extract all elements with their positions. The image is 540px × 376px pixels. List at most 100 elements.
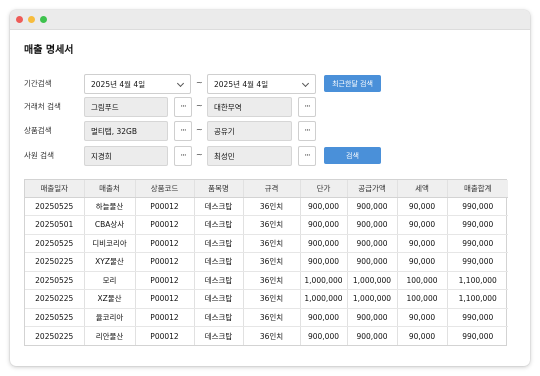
table-cell: P00012 bbox=[135, 215, 195, 235]
employee-from-value: 지경희 bbox=[91, 151, 112, 161]
table-cell: 20250225 bbox=[25, 326, 85, 345]
employee-to-field[interactable]: 최성민 bbox=[207, 146, 292, 166]
table-row[interactable]: 20250525 하늘물산 P00012 데스크탑 36인치 900,000 900,000… bbox=[25, 197, 508, 216]
page-title: 매출 명세서 bbox=[24, 45, 74, 56]
period-start-value: 2025년 4월 4일 bbox=[91, 79, 146, 89]
table-cell: 1,000,000 bbox=[347, 289, 398, 309]
period-start-select[interactable]: 2025년 4월 4일 bbox=[84, 74, 191, 94]
employee-from-field[interactable]: 지경희 bbox=[84, 146, 168, 166]
table-cell: 1,000,000 bbox=[300, 289, 348, 309]
table-cell: 1,000,000 bbox=[347, 271, 398, 290]
employee-to-value: 최성민 bbox=[214, 151, 235, 161]
range-separator: ~ bbox=[196, 125, 203, 134]
product-to-value: 공유기 bbox=[214, 126, 235, 136]
table-cell: 990,000 bbox=[447, 234, 508, 253]
recent-month-search-button[interactable]: 최근한달 검색 bbox=[324, 75, 381, 92]
table-cell: 990,000 bbox=[447, 215, 508, 235]
table-row[interactable]: 20250225 XZ물산 P00012 데스크탑 36인치 1,000,000 1,000… bbox=[25, 289, 508, 309]
table-cell: 데스크탑 bbox=[194, 326, 244, 345]
table-cell: 90,000 bbox=[397, 326, 448, 345]
table-cell: 36인치 bbox=[243, 234, 301, 253]
column-header[interactable]: 매출합계 bbox=[447, 180, 508, 198]
period-end-value: 2025년 4월 4일 bbox=[214, 79, 269, 89]
minimize-window-icon[interactable] bbox=[28, 16, 35, 23]
table-cell: 900,000 bbox=[347, 252, 398, 272]
employee-to-lookup-button[interactable]: ··· bbox=[298, 146, 316, 166]
table-cell: 900,000 bbox=[347, 215, 398, 235]
table-cell: 36인치 bbox=[243, 326, 301, 345]
table-row[interactable]: 20250525 디비코리아 P00012 데스크탑 36인치 900,000 900,00… bbox=[25, 234, 508, 253]
column-header[interactable]: 품목명 bbox=[194, 180, 244, 198]
employee-search-row: 사원 검색 지경희 ··· ~ 최성민 ··· 검색 bbox=[24, 146, 444, 166]
table-cell: XZ물산 bbox=[84, 289, 136, 309]
client-to-field[interactable]: 대한무역 bbox=[207, 97, 292, 117]
sales-table: 매출일자 매출처 상품코드 품목명 규격 단가 공급가액 세액 매출합계 202… bbox=[24, 179, 508, 346]
table-cell: 데스크탑 bbox=[194, 197, 244, 216]
table-row[interactable]: 20250225 리안물산 P00012 데스크탑 36인치 900,000 900,000… bbox=[25, 326, 508, 345]
client-from-field[interactable]: 그림푸드 bbox=[84, 97, 168, 117]
product-from-value: 멀티탭, 32GB bbox=[91, 126, 137, 136]
client-to-lookup-button[interactable]: ··· bbox=[298, 97, 316, 117]
table-cell: P00012 bbox=[135, 289, 195, 309]
table-cell: XYZ물산 bbox=[84, 252, 136, 272]
column-header[interactable]: 공급가액 bbox=[347, 180, 398, 198]
table-cell: 20250525 bbox=[25, 271, 85, 290]
table-cell: 20250225 bbox=[25, 289, 85, 309]
client-from-value: 그림푸드 bbox=[91, 102, 119, 112]
range-separator: ~ bbox=[196, 78, 203, 87]
product-to-lookup-button[interactable]: ··· bbox=[298, 121, 316, 141]
column-header[interactable]: 매출처 bbox=[84, 180, 136, 198]
table-cell: 990,000 bbox=[447, 197, 508, 216]
table-cell: 리안물산 bbox=[84, 326, 136, 345]
table-cell: 율코리아 bbox=[84, 308, 136, 327]
table-cell: 100,000 bbox=[397, 271, 448, 290]
column-header[interactable]: 상품코드 bbox=[135, 180, 195, 198]
table-cell: 36인치 bbox=[243, 252, 301, 272]
employee-from-lookup-button[interactable]: ··· bbox=[174, 146, 192, 166]
table-cell: 36인치 bbox=[243, 271, 301, 290]
table-cell: 900,000 bbox=[347, 197, 398, 216]
period-search-label: 기간검색 bbox=[24, 79, 52, 88]
table-cell: 900,000 bbox=[347, 326, 398, 345]
table-cell: 20250525 bbox=[25, 197, 85, 216]
table-cell: 20250525 bbox=[25, 308, 85, 327]
table-cell: 36인치 bbox=[243, 197, 301, 216]
table-cell: 데스크탑 bbox=[194, 215, 244, 235]
product-to-field[interactable]: 공유기 bbox=[207, 121, 292, 141]
table-row[interactable]: 20250525 율코리아 P00012 데스크탑 36인치 900,000 900,000… bbox=[25, 308, 508, 327]
table-cell: 990,000 bbox=[447, 308, 508, 327]
table-cell: 디비코리아 bbox=[84, 234, 136, 253]
table-cell: 모리 bbox=[84, 271, 136, 290]
table-row[interactable]: 20250225 XYZ물산 P00012 데스크탑 36인치 900,000 900,00… bbox=[25, 252, 508, 272]
table-cell: P00012 bbox=[135, 252, 195, 272]
table-row[interactable]: 20250501 CBA상사 P00012 데스크탑 36인치 900,000 900,00… bbox=[25, 215, 508, 235]
table-cell: 1,100,000 bbox=[447, 289, 508, 309]
client-search-row: 거래처 검색 그림푸드 ··· ~ 대한무역 ··· bbox=[24, 97, 444, 117]
close-window-icon[interactable] bbox=[16, 16, 23, 23]
range-separator: ~ bbox=[196, 101, 203, 110]
range-separator: ~ bbox=[196, 150, 203, 159]
table-cell: 900,000 bbox=[347, 234, 398, 253]
product-from-lookup-button[interactable]: ··· bbox=[174, 121, 192, 141]
column-header[interactable]: 세액 bbox=[397, 180, 448, 198]
search-button[interactable]: 검색 bbox=[324, 147, 381, 164]
product-search-label: 상품검색 bbox=[24, 126, 52, 135]
table-row[interactable]: 20250525 모리 P00012 데스크탑 36인치 1,000,000 1,000,0… bbox=[25, 271, 508, 290]
table-cell: 데스크탑 bbox=[194, 289, 244, 309]
table-cell: 90,000 bbox=[397, 234, 448, 253]
table-cell: 1,100,000 bbox=[447, 271, 508, 290]
column-header[interactable]: 매출일자 bbox=[25, 180, 85, 198]
table-cell: P00012 bbox=[135, 326, 195, 345]
table-cell: 100,000 bbox=[397, 289, 448, 309]
table-cell: 20250525 bbox=[25, 234, 85, 253]
maximize-window-icon[interactable] bbox=[40, 16, 47, 23]
product-from-field[interactable]: 멀티탭, 32GB bbox=[84, 121, 168, 141]
table-cell: 990,000 bbox=[462, 331, 494, 341]
table-cell: P00012 bbox=[135, 271, 195, 290]
client-from-lookup-button[interactable]: ··· bbox=[174, 97, 192, 117]
column-header[interactable]: 규격 bbox=[243, 180, 301, 198]
column-header[interactable]: 단가 bbox=[300, 180, 348, 198]
table-cell: 900,000 bbox=[300, 308, 348, 327]
period-end-select[interactable]: 2025년 4월 4일 bbox=[207, 74, 316, 94]
table-cell: 하늘물산 bbox=[84, 197, 136, 216]
